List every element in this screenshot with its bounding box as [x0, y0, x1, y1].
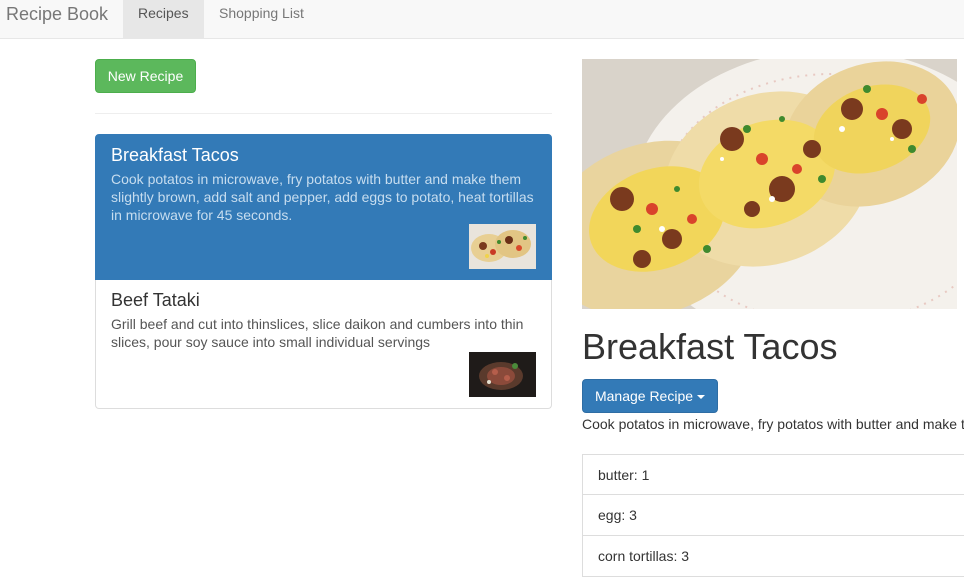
manage-recipe-button[interactable]: Manage Recipe: [582, 379, 718, 413]
recipe-list-item[interactable]: Beef Tataki Grill beef and cut into thin…: [95, 280, 552, 409]
tab-recipes[interactable]: Recipes: [123, 0, 204, 38]
recipe-image: [582, 59, 957, 309]
manage-recipe-label: Manage Recipe: [594, 388, 694, 404]
recipe-title: Breakfast Tacos: [582, 326, 838, 367]
ingredient-item[interactable]: egg: 3: [582, 495, 964, 536]
recipe-list-item[interactable]: Breakfast Tacos Cook potatos in microwav…: [95, 134, 552, 280]
recipe-description: Cook potatos in microwave, fry potatos w…: [582, 416, 964, 432]
recipe-item-title: Breakfast Tacos: [111, 145, 239, 165]
recipe-item-description: Grill beef and cut into thinslices, slic…: [111, 316, 524, 350]
tab-shopping-list[interactable]: Shopping List: [204, 0, 320, 38]
ingredient-list: butter: 1 egg: 3 corn tortillas: 3: [582, 454, 964, 577]
navbar: Recipe Book Recipes Shopping List: [0, 0, 964, 39]
recipe-item-thumbnail: [469, 224, 536, 269]
divider: [95, 113, 552, 114]
recipe-item-title: Beef Tataki: [111, 290, 200, 310]
recipe-item-thumbnail: [469, 352, 536, 397]
ingredient-item[interactable]: corn tortillas: 3: [582, 536, 964, 577]
brand[interactable]: Recipe Book: [6, 4, 108, 24]
ingredient-item[interactable]: butter: 1: [582, 454, 964, 495]
new-recipe-button[interactable]: New Recipe: [95, 59, 196, 93]
caret-down-icon: [697, 395, 706, 400]
recipe-item-description: Cook potatos in microwave, fry potatos w…: [111, 171, 534, 223]
